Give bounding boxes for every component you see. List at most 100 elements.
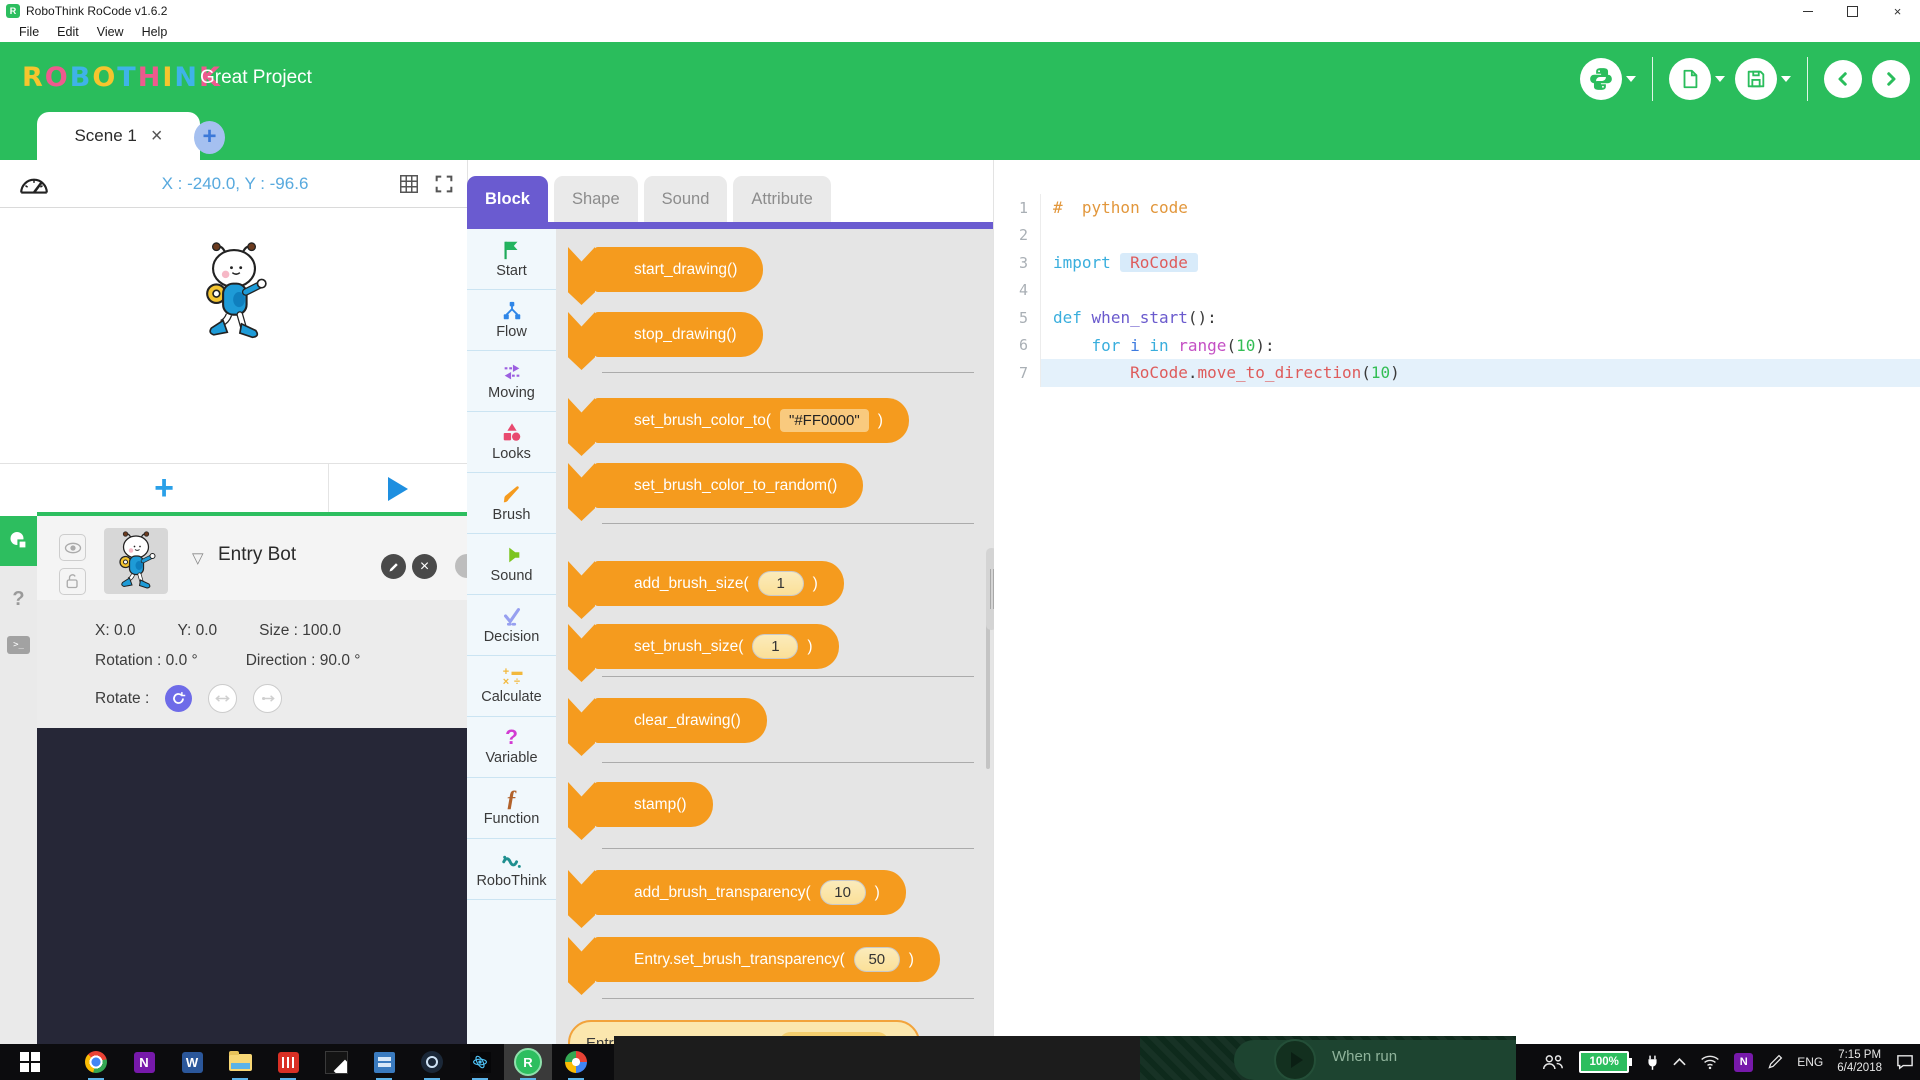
video-preview-overlay[interactable]: When run	[614, 1036, 1516, 1080]
category-sound[interactable]: Sound	[467, 534, 556, 595]
menu-help[interactable]: Help	[133, 25, 177, 39]
tab-attribute[interactable]: Attribute	[733, 176, 830, 222]
plug-icon[interactable]	[1646, 1054, 1659, 1071]
visibility-toggle[interactable]	[59, 534, 86, 561]
category-calculate[interactable]: +▬×÷ Calculate	[467, 656, 556, 717]
new-project-button[interactable]	[1669, 58, 1725, 100]
play-button[interactable]	[1274, 1039, 1316, 1080]
close-button[interactable]: ×	[1875, 0, 1920, 22]
save-project-button[interactable]	[1735, 58, 1791, 100]
category-start[interactable]: Start	[467, 229, 556, 290]
tab-shape[interactable]: Shape	[554, 176, 638, 222]
menu-file[interactable]: File	[10, 25, 48, 39]
fullscreen-icon[interactable]	[433, 173, 455, 195]
battery-percent: 100%	[1579, 1051, 1629, 1073]
object-actions-row: +	[0, 463, 467, 513]
code-line: 2	[994, 222, 1920, 250]
color-value-input[interactable]: "#FF0000"	[780, 409, 869, 432]
menu-view[interactable]: View	[88, 25, 133, 39]
entry-bot-sprite[interactable]	[192, 240, 276, 344]
onenote-icon: N	[134, 1052, 155, 1073]
close-icon[interactable]: ×	[151, 126, 163, 146]
notification-icon[interactable]	[1896, 1054, 1914, 1070]
minimize-button[interactable]	[1785, 0, 1830, 22]
category-decision[interactable]: Decision	[467, 595, 556, 656]
console-button[interactable]: >_	[7, 636, 30, 654]
number-input[interactable]: 10	[820, 880, 866, 905]
taskbar-rocode[interactable]: R	[504, 1044, 552, 1080]
object-thumbnail[interactable]	[104, 528, 168, 594]
category-variable[interactable]: ? Variable	[467, 717, 556, 778]
object-name[interactable]: Entry Bot	[218, 544, 296, 566]
line-number: 2	[994, 226, 1040, 244]
expand-triangle-icon[interactable]: ▽	[192, 549, 204, 567]
taskbar-onenote[interactable]: N	[120, 1044, 168, 1080]
add-scene-button[interactable]: +	[194, 121, 225, 154]
horizontal-arrows-icon	[214, 694, 231, 703]
onenote-clipper-icon[interactable]: N	[1734, 1053, 1753, 1072]
people-icon[interactable]	[1541, 1054, 1565, 1071]
taskbar-photos[interactable]	[312, 1044, 360, 1080]
wifi-icon[interactable]	[1700, 1054, 1720, 1070]
objects-tab[interactable]	[0, 516, 37, 566]
object-item[interactable]: ▽ Entry Bot ×	[37, 516, 467, 600]
category-moving[interactable]: Moving	[467, 351, 556, 412]
taskbar-explorer[interactable]	[216, 1044, 264, 1080]
photos-icon	[325, 1051, 348, 1074]
taskbar-chrome[interactable]	[72, 1044, 120, 1080]
chevron-up-icon[interactable]	[1673, 1058, 1686, 1066]
start-button[interactable]	[6, 1044, 54, 1080]
run-button[interactable]	[328, 464, 467, 513]
delete-object-button[interactable]: ×	[412, 554, 437, 579]
rotate-horizontal-button[interactable]	[208, 684, 237, 713]
date: 6/4/2018	[1837, 1062, 1882, 1075]
category-function[interactable]: ƒ Function	[467, 778, 556, 839]
check-icon	[501, 605, 523, 627]
redo-button[interactable]	[1872, 60, 1910, 98]
logo-letter: H	[138, 62, 163, 93]
stage-canvas[interactable]	[0, 208, 467, 463]
rotate-free-button[interactable]	[165, 685, 192, 712]
language-indicator[interactable]: ENG	[1797, 1055, 1823, 1069]
lock-toggle[interactable]	[59, 568, 86, 595]
edit-object-button[interactable]	[381, 554, 406, 579]
number-input[interactable]: 1	[752, 634, 798, 659]
pen-icon[interactable]	[1767, 1054, 1783, 1070]
shapes-icon	[501, 422, 523, 444]
rotate-none-button[interactable]	[253, 684, 282, 713]
category-flow[interactable]: Flow	[467, 290, 556, 351]
menu-edit[interactable]: Edit	[48, 25, 88, 39]
taskbar-steam[interactable]	[408, 1044, 456, 1080]
chevron-down-icon	[1626, 76, 1636, 82]
rotate-ccw-icon	[171, 691, 186, 706]
code-token: def	[1053, 308, 1082, 327]
tab-scene-1[interactable]: Scene 1 ×	[37, 112, 200, 160]
tab-sound[interactable]: Sound	[644, 176, 728, 222]
undo-button[interactable]	[1824, 60, 1862, 98]
taskbar-paint[interactable]	[552, 1044, 600, 1080]
category-looks[interactable]: Looks	[467, 412, 556, 473]
paint-icon	[565, 1051, 587, 1073]
clock[interactable]: 7:15 PM 6/4/2018	[1837, 1049, 1882, 1075]
taskbar-red-app[interactable]	[264, 1044, 312, 1080]
tab-block[interactable]: Block	[467, 176, 548, 222]
block-group-divider	[602, 762, 974, 763]
number-input[interactable]: 50	[854, 947, 900, 972]
scene-tab-label: Scene 1	[74, 126, 136, 146]
battery-indicator[interactable]: 100%	[1579, 1051, 1632, 1073]
add-object-button[interactable]: +	[0, 464, 329, 513]
python-export-button[interactable]	[1580, 58, 1636, 100]
taskbar-blue-app[interactable]	[360, 1044, 408, 1080]
chevron-down-icon	[1715, 76, 1725, 82]
speedometer-icon[interactable]	[18, 172, 50, 196]
maximize-button[interactable]	[1830, 0, 1875, 22]
python-code-editor[interactable]: 1# python code23import RoCode 45def when…	[994, 160, 1920, 1078]
taskbar-atom-app[interactable]	[456, 1044, 504, 1080]
forward-arrow-icon	[1872, 60, 1910, 98]
help-button[interactable]: ?	[0, 584, 37, 614]
category-robothink[interactable]: RoboThink	[467, 839, 556, 900]
number-input[interactable]: 1	[758, 571, 804, 596]
grid-icon[interactable]	[398, 173, 420, 195]
category-brush[interactable]: Brush	[467, 473, 556, 534]
taskbar-word[interactable]: W	[168, 1044, 216, 1080]
